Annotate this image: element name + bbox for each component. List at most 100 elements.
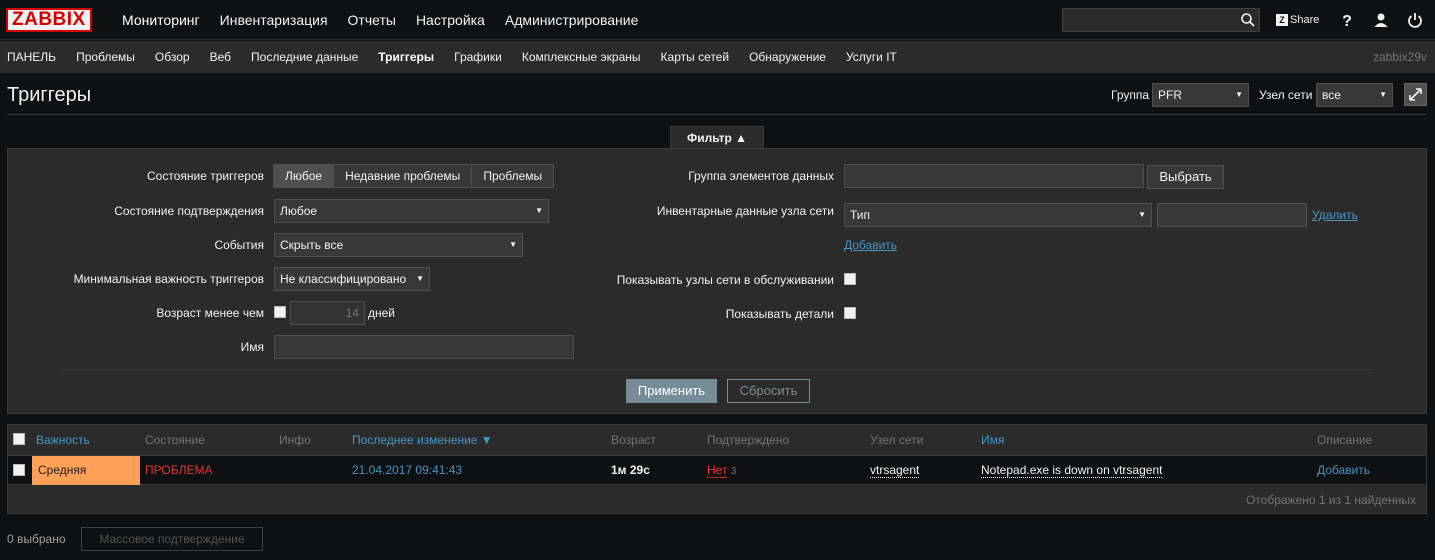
zabbix-logo[interactable]: ZABBIX [6,8,92,32]
group-label: Группа [1111,88,1150,102]
menu-configuration[interactable]: Настройка [406,0,495,40]
menu-administration[interactable]: Администрирование [495,0,649,40]
age-input[interactable]: 14 [290,301,365,325]
column-last-change[interactable]: Последнее изменение ▼ [352,433,493,447]
fullscreen-button[interactable] [1404,83,1427,106]
select-button[interactable]: Выбрать [1147,165,1224,189]
main-menu: Мониторинг Инвентаризация Отчеты Настрой… [112,0,648,40]
row-checkbox[interactable] [13,464,25,476]
header-divider [7,114,1427,115]
submenu-discovery[interactable]: Обнаружение [739,41,836,73]
submenu-dashboard[interactable]: ПАНЕЛЬ [0,41,66,73]
details-checkbox[interactable] [844,307,856,319]
dropdown-arrow-icon: ▼ [1379,90,1387,99]
name-input[interactable] [274,335,574,359]
host-cell: vtrsagent [870,463,920,478]
top-navigation-bar: ZABBIX Мониторинг Инвентаризация Отчеты … [0,0,1435,40]
trigger-state-recent-problems[interactable]: Недавние проблемы [333,164,473,188]
column-host: Узел сети [870,433,924,447]
events-value: Скрыть все [280,238,344,252]
user-profile-icon[interactable] [1372,11,1390,29]
submenu-maps[interactable]: Карты сетей [651,41,740,73]
min-severity-value: Не классифицировано [280,272,407,286]
min-severity-label: Минимальная важность триггеров [73,272,264,286]
submenu-triggers[interactable]: Триггеры [368,41,444,73]
app-group-label: Группа элементов данных [688,169,834,183]
column-age: Возраст [611,433,656,447]
host-select-value: все [1322,88,1341,102]
inventory-label: Инвентарные данные узла сети [656,204,834,218]
ack-cell: Нет 3 [707,463,736,478]
submenu-screens[interactable]: Комплексные экраны [512,41,651,73]
monitoring-submenu: ПАНЕЛЬ Проблемы Обзор Веб Последние данн… [0,41,907,73]
share-button[interactable]: Z Share [1276,12,1319,28]
submenu-overview[interactable]: Обзор [145,41,200,73]
filter-panel: Состояние триггеров Любое Недавние пробл… [7,148,1427,414]
submenu-web[interactable]: Веб [200,41,241,73]
filter-tab[interactable]: Фильтр ▲ [670,126,764,148]
dropdown-arrow-icon: ▼ [535,206,543,215]
inventory-field-select[interactable]: Тип ▼ [844,203,1152,227]
menu-inventory[interactable]: Инвентаризация [210,0,338,40]
remove-inventory-link[interactable]: Удалить [1312,208,1358,222]
search-icon[interactable] [1240,12,1256,28]
table-row: Средняя ПРОБЛЕМА 21.04.2017 09:41:43 1м … [8,455,1426,485]
help-icon[interactable]: ? [1338,11,1356,29]
apply-button[interactable]: Применить [626,379,717,403]
submenu-latest-data[interactable]: Последние данные [241,41,368,73]
inventory-field-value: Тип [850,208,871,222]
column-severity[interactable]: Важность [36,433,90,447]
column-name[interactable]: Имя [981,433,1004,447]
age-cell: 1м 29с [611,463,650,477]
menu-monitoring[interactable]: Мониторинг [112,0,210,40]
svg-text:?: ? [1342,13,1352,29]
search-input[interactable] [1062,8,1260,32]
ack-state-select[interactable]: Любое ▼ [274,199,549,223]
submenu-it-services[interactable]: Услуги IT [836,41,907,73]
trigger-state-label: Состояние триггеров [147,169,264,183]
host-link[interactable]: vtrsagent [870,463,920,478]
reset-button[interactable]: Сбросить [727,379,810,403]
submenu-problems[interactable]: Проблемы [66,41,145,73]
group-select-value: PFR [1158,88,1182,102]
zabbix-share-icon: Z [1276,14,1288,26]
menu-reports[interactable]: Отчеты [338,0,406,40]
dropdown-arrow-icon: ▼ [1235,90,1243,99]
trigger-name-link[interactable]: Notepad.exe is down on vtrsagent [981,463,1163,478]
select-all-checkbox[interactable] [13,433,25,445]
min-severity-select[interactable]: Не классифицировано ▼ [274,267,430,291]
server-name: zabbix29v [1372,50,1427,64]
page-title: Триггеры [7,84,92,106]
status-cell: ПРОБЛЕМА [145,463,213,477]
ack-state-value: Любое [280,204,318,218]
age-unit-label: дней [368,306,396,320]
age-checkbox[interactable] [274,306,286,318]
sign-out-icon[interactable] [1406,11,1424,29]
host-select[interactable]: все ▼ [1316,83,1393,107]
sub-navigation-bar: ПАНЕЛЬ Проблемы Обзор Веб Последние данн… [0,41,1435,73]
last-change-link[interactable]: 21.04.2017 09:41:43 [352,463,462,477]
dropdown-arrow-icon: ▼ [416,274,424,283]
column-acknowledged: Подтверждено [707,433,790,447]
maintenance-checkbox[interactable] [844,273,856,285]
table-footer-count: Отображено 1 из 1 найденных [1245,493,1416,507]
trigger-state-problems[interactable]: Проблемы [471,164,555,188]
group-select[interactable]: PFR ▼ [1152,83,1249,107]
maintenance-label: Показывать узлы сети в обслуживании [616,273,834,287]
add-description-link[interactable]: Добавить [1317,463,1370,477]
age-label: Возраст менее чем [156,306,264,320]
submenu-graphs[interactable]: Графики [444,41,512,73]
inventory-value-input[interactable] [1157,203,1307,227]
events-select[interactable]: Скрыть все ▼ [274,233,523,257]
mass-acknowledge-button[interactable]: Массовое подтверждение [81,527,263,551]
name-label: Имя [240,340,264,354]
ack-status-link[interactable]: Нет [707,463,728,478]
trigger-state-switch[interactable]: Любое Недавние проблемы Проблемы [273,164,555,188]
add-inventory-link[interactable]: Добавить [844,238,897,252]
column-info: Инфо [279,433,311,447]
dropdown-arrow-icon: ▼ [509,240,517,249]
column-status: Состояние [145,433,205,447]
details-label: Показывать детали [725,307,834,321]
app-group-input[interactable] [844,164,1144,188]
trigger-state-any[interactable]: Любое [273,164,335,188]
